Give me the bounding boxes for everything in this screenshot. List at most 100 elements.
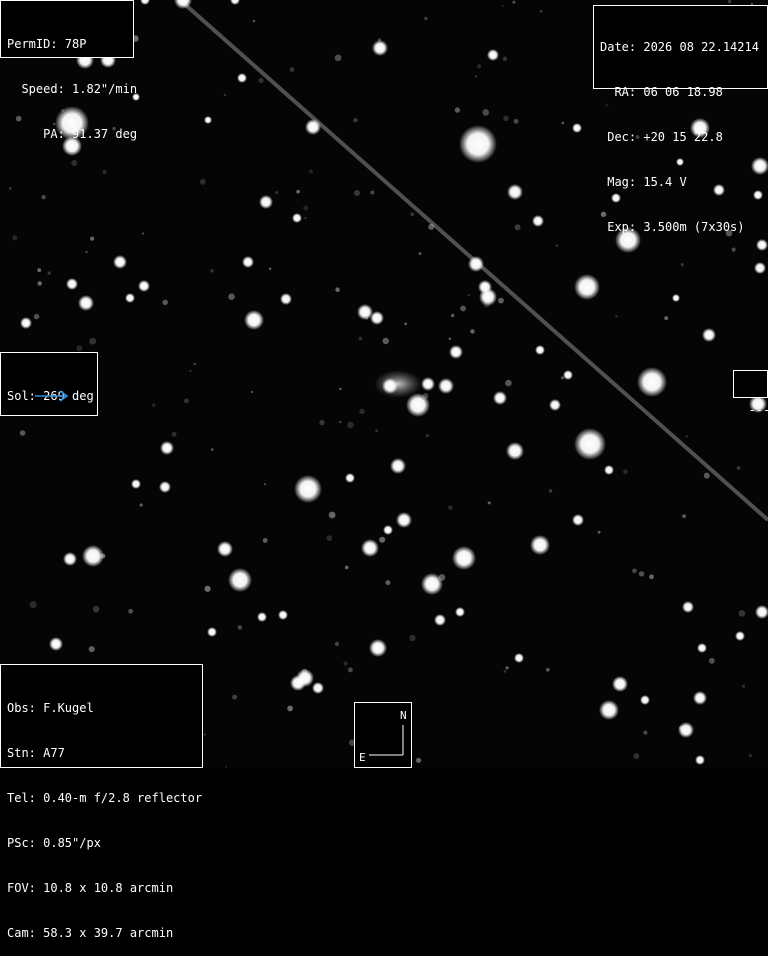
observer-text: Obs: F.Kugel: [7, 701, 94, 715]
faint-star: [128, 608, 134, 614]
star: [138, 280, 150, 292]
faint-star: [375, 429, 378, 433]
faint-star: [193, 362, 196, 366]
dec-text: Dec: +20 15 22.8: [600, 130, 723, 144]
faint-star: [303, 205, 309, 211]
faint-star: [29, 601, 37, 609]
faint-star: [142, 232, 145, 235]
faint-star: [228, 293, 235, 301]
faint-star: [353, 118, 358, 123]
faint-star: [189, 369, 192, 373]
star: [372, 40, 388, 56]
star: [370, 311, 384, 325]
faint-star: [633, 753, 640, 759]
star: [612, 676, 628, 692]
star: [702, 328, 716, 342]
faint-star: [501, 4, 504, 7]
faint-star: [71, 160, 78, 166]
faint-star: [682, 514, 686, 518]
faint-star: [738, 610, 746, 617]
faint-star: [448, 337, 452, 340]
faint-star: [33, 313, 40, 320]
camera-text: Cam: 58.3 x 39.7 arcmin: [7, 926, 174, 940]
telescope-text: Tel: 0.40-m f/2.8 reflector: [7, 791, 203, 805]
star: [697, 643, 707, 653]
faint-star: [344, 565, 349, 570]
faint-star: [339, 421, 342, 423]
faint-star: [487, 501, 491, 505]
faint-star: [555, 244, 558, 247]
star: [383, 525, 393, 535]
faint-star: [424, 16, 428, 21]
faint-star: [483, 301, 490, 308]
faint-star: [347, 667, 353, 673]
faint-star: [708, 657, 715, 664]
observation-info-panel: Date: 2026 08 22.14214 RA: 06 06 18.98 D…: [593, 5, 768, 234]
star: [63, 552, 77, 566]
faint-star: [275, 190, 279, 195]
faint-star: [223, 93, 227, 97]
object-info-panel: PermID: 78P Speed: 1.82"/min PA: 91.37 d…: [0, 0, 137, 141]
faint-star: [47, 271, 51, 275]
faint-star: [548, 489, 553, 493]
faint-star: [263, 483, 267, 486]
star: [280, 293, 292, 305]
star: [640, 695, 650, 705]
target-marker-label: ---: [748, 403, 768, 417]
faint-star: [467, 293, 470, 297]
faint-star: [296, 189, 300, 194]
faint-star: [503, 115, 509, 122]
faint-star: [680, 263, 684, 267]
faint-star: [615, 315, 618, 318]
faint-star: [454, 107, 461, 113]
faint-star: [428, 223, 435, 230]
faint-star: [560, 376, 565, 380]
faint-star: [102, 169, 107, 174]
star: [572, 123, 582, 133]
faint-star: [370, 190, 375, 195]
star: [532, 215, 544, 227]
star: [735, 631, 745, 641]
star: [278, 610, 288, 620]
star: [78, 295, 94, 311]
star: [506, 442, 524, 460]
star: [131, 479, 141, 489]
star: [361, 539, 379, 557]
station-text: Stn: A77: [7, 746, 65, 760]
star: [487, 49, 499, 61]
faint-star: [513, 118, 519, 124]
faint-star: [477, 64, 482, 69]
faint-star: [90, 236, 95, 241]
target-marker-box: ---: [733, 370, 768, 417]
faint-star: [470, 329, 475, 334]
faint-star: [418, 252, 422, 256]
faint-star: [250, 390, 253, 394]
faint-star: [379, 536, 386, 543]
star: [604, 465, 614, 475]
faint-star: [162, 299, 168, 305]
star: [369, 639, 387, 657]
star: [294, 475, 322, 503]
faint-star: [410, 212, 415, 217]
faint-star: [268, 267, 272, 270]
faint-star: [210, 269, 214, 273]
star: [563, 370, 573, 380]
star: [678, 722, 694, 738]
pixel-scale-text: PSc: 0.85"/px: [7, 836, 101, 850]
star: [754, 262, 766, 274]
star: [672, 294, 680, 302]
faint-star: [539, 9, 543, 13]
faint-star: [354, 190, 360, 196]
star: [237, 73, 247, 83]
star: [312, 682, 324, 694]
faint-star: [426, 434, 429, 437]
faint-star: [304, 217, 307, 219]
faint-star: [301, 668, 308, 675]
faint-star: [171, 431, 177, 437]
star: [493, 391, 507, 405]
field-of-view-text: FOV: 10.8 x 10.8 arcmin: [7, 881, 174, 895]
faint-star: [358, 336, 363, 341]
star: [549, 399, 561, 411]
faint-star: [482, 109, 490, 116]
faint-star: [100, 553, 106, 559]
